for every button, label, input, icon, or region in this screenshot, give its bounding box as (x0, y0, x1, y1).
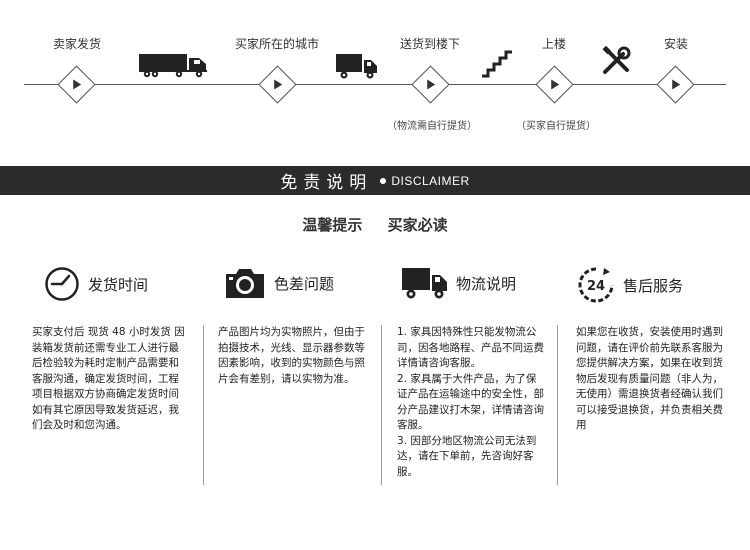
section-title-shipping-time: 发货时间 (88, 275, 149, 294)
step-label-install: 安装 (663, 37, 689, 51)
column-divider-3 (557, 325, 558, 485)
banner-dot (380, 177, 387, 184)
truck-icon (402, 268, 447, 299)
step-note-self-pickup-logistics: （物流需自行提货） (387, 121, 477, 132)
section-title-after-sales: 售后服务 (623, 276, 684, 295)
step-label-buyer-city: 买家所在的城市 (234, 37, 320, 51)
tips-left: 温馨提示 (302, 216, 363, 234)
banner-title-cn: 免责说明 (280, 173, 373, 193)
step-label-upstairs: 上楼 (541, 37, 567, 51)
logistics-text: 1. 家具因特殊性只能发物流公司，因各地路程、产品不同运费详情请咨询客服。 2.… (397, 325, 545, 480)
column-divider-1 (203, 325, 204, 485)
section-header-logistics: 物流说明 (402, 266, 516, 300)
clock-icon (45, 267, 79, 301)
section-header-shipping-time: 发货时间 (44, 266, 148, 302)
step-marker-1 (57, 65, 96, 104)
column-divider-2 (381, 325, 382, 485)
step-note-buyer-self-pickup: （买家自行提货） (516, 121, 596, 132)
step-label-seller-ship: 卖家发货 (52, 37, 102, 51)
section-header-color-difference: 色差问题 (224, 266, 334, 300)
section-title-color-difference: 色差问题 (274, 274, 335, 293)
section-header-after-sales: 24 售后服务 (577, 266, 683, 304)
tips-right: 买家必读 (387, 216, 448, 234)
step-marker-3 (411, 65, 450, 104)
tips-heading: 温馨提示 买家必读 (0, 214, 750, 235)
tools-icon (602, 46, 631, 74)
step-label-downstairs: 送货到楼下 (399, 37, 461, 51)
step-marker-4 (535, 65, 574, 104)
stairs-icon (482, 50, 512, 78)
logistics-item-2: 2. 家具属于大件产品，为了保证产品在运输途中的安全性，部分产品建议打木架，详情… (397, 372, 544, 432)
delivery-truck-icon (336, 54, 377, 79)
shipping-time-text: 买家支付后 现货 48 小时发货 因装箱发货前还需专业工人进行最后检验较为耗时定… (32, 326, 185, 431)
logistics-item-3: 3. 因部分地区物流公司无法到达，请在下单前，先咨询好客服。 (397, 434, 537, 478)
step-marker-2 (258, 65, 297, 104)
disclaimer-banner: 免责说明 DISCLAIMER (0, 166, 750, 195)
process-timeline (24, 84, 726, 85)
camera-icon (226, 269, 264, 298)
section-title-logistics: 物流说明 (456, 274, 517, 293)
color-difference-text: 产品图片均为实物照片，但由于拍摄技术，光线、显示器参数等因素影响，收到的实物颜色… (218, 326, 365, 385)
after-sales-text: 如果您在收货，安装使用时遇到问题，请在评价前先联系客服为您提供解决方案，如果在收… (576, 326, 723, 431)
semi-truck-icon (139, 54, 207, 78)
banner-title-en: DISCLAIMER (391, 173, 470, 188)
logistics-item-1: 1. 家具因特殊性只能发物流公司，因各地路程、产品不同运费详情请咨询客服。 (397, 326, 544, 369)
24h-service-icon: 24 (578, 267, 614, 303)
24h-label: 24 (587, 279, 605, 294)
step-marker-5 (656, 65, 695, 104)
